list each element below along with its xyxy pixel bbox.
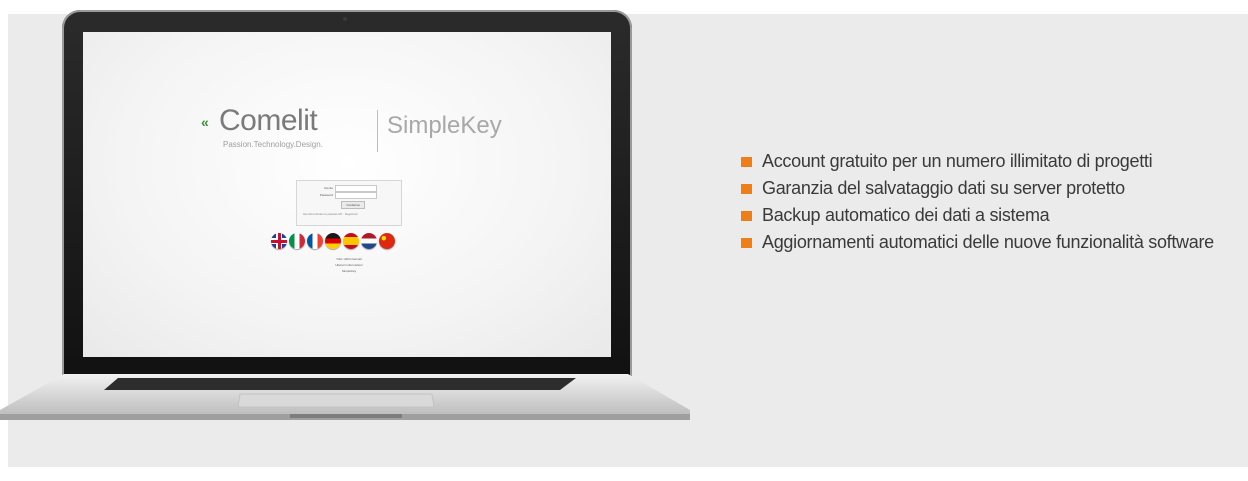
brand-arrows-icon: « [201, 114, 209, 130]
feature-list: Account gratuito per un numero illimitat… [741, 148, 1231, 256]
flag-uk-icon[interactable] [271, 233, 287, 249]
screen-footer: Tutti i diritti riservati Ulteriori info… [297, 256, 401, 274]
language-flags [271, 233, 395, 249]
password-input[interactable] [335, 191, 377, 199]
flag-italy-icon[interactable] [289, 233, 305, 249]
username-label: Utente [324, 186, 333, 190]
feature-text: Account gratuito per un numero illimitat… [762, 151, 1153, 171]
logo-divider [377, 110, 378, 152]
password-label: Password [319, 193, 333, 197]
feature-item: Aggiornamenti automatici delle nuove fun… [741, 229, 1231, 256]
product-name: SimpleKey [387, 112, 502, 139]
feature-item: Garanzia del salvataggio dati su server … [741, 175, 1231, 202]
brand-tagline: Passion.Technology.Design. [223, 140, 323, 149]
orange-square-bullet-icon [741, 184, 752, 194]
feature-text: Garanzia del salvataggio dati su server … [762, 178, 1125, 198]
feature-text: Backup automatico dei dati a sistema [762, 205, 1050, 225]
password-row: Password [297, 191, 377, 199]
flag-spain-icon[interactable] [343, 233, 359, 249]
flag-china-icon[interactable] [379, 233, 395, 249]
feature-item: Backup automatico dei dati a sistema [741, 202, 1231, 229]
orange-square-bullet-icon [741, 157, 752, 167]
screen-footer-line: SimpleKey [341, 269, 357, 273]
username-input[interactable] [335, 184, 377, 192]
brand-name: Comelit [219, 104, 318, 137]
orange-square-bullet-icon [741, 211, 752, 221]
camera-icon [343, 17, 347, 21]
username-row: Utente [297, 184, 377, 192]
login-footer-links[interactable]: Hai dimenticato la password? · Registrat… [303, 212, 358, 216]
comelit-logo: « Comelit Passion.Technology.Design. Sim… [201, 104, 502, 184]
orange-square-bullet-icon [741, 238, 752, 248]
login-button[interactable]: Conferma [341, 201, 365, 209]
laptop-mockup: « Comelit Passion.Technology.Design. Sim… [0, 0, 700, 481]
flag-france-icon[interactable] [307, 233, 323, 249]
feature-item: Account gratuito per un numero illimitat… [741, 148, 1231, 175]
flag-germany-icon[interactable] [325, 233, 341, 249]
flag-netherlands-icon[interactable] [361, 233, 377, 249]
feature-text: Aggiornamenti automatici delle nuove fun… [762, 232, 1214, 252]
laptop-base [0, 374, 690, 420]
laptop-screen: « Comelit Passion.Technology.Design. Sim… [83, 32, 611, 357]
login-form: Utente Password Conferma Hai dimenticato… [296, 180, 402, 226]
